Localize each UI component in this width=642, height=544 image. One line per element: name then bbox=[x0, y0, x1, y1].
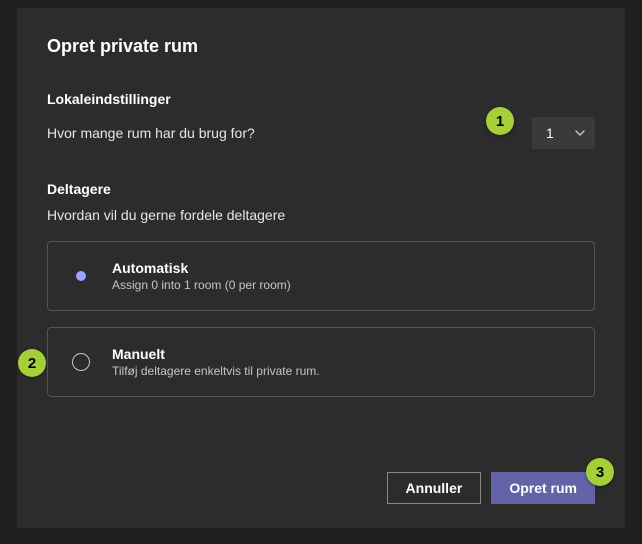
room-count-value: 1 bbox=[546, 125, 554, 141]
option-automatic-subtitle: Assign 0 into 1 room (0 per room) bbox=[112, 278, 291, 292]
dialog-title: Opret private rum bbox=[47, 36, 595, 57]
radio-selected-icon bbox=[72, 267, 90, 285]
option-manual-text: Manuelt Tilføj deltagere enkeltvis til p… bbox=[112, 346, 320, 378]
annotation-badge-3: 3 bbox=[586, 458, 614, 486]
room-count-select[interactable]: 1 bbox=[532, 117, 595, 149]
option-automatic-title: Automatisk bbox=[112, 260, 291, 276]
participants-prompt: Hvordan vil du gerne fordele deltagere bbox=[47, 207, 595, 223]
option-manual[interactable]: Manuelt Tilføj deltagere enkeltvis til p… bbox=[47, 327, 595, 397]
option-manual-title: Manuelt bbox=[112, 346, 320, 362]
option-manual-subtitle: Tilføj deltagere enkeltvis til private r… bbox=[112, 364, 320, 378]
room-count-prompt: Hvor mange rum har du brug for? bbox=[47, 125, 255, 141]
dialog-footer: Annuller Opret rum bbox=[387, 472, 595, 504]
create-button[interactable]: Opret rum bbox=[491, 472, 595, 504]
cancel-button[interactable]: Annuller bbox=[387, 472, 482, 504]
chevron-down-icon bbox=[575, 128, 585, 138]
option-automatic-text: Automatisk Assign 0 into 1 room (0 per r… bbox=[112, 260, 291, 292]
participants-label: Deltagere bbox=[47, 181, 595, 197]
radio-unselected-icon bbox=[72, 353, 90, 371]
option-automatic[interactable]: Automatisk Assign 0 into 1 room (0 per r… bbox=[47, 241, 595, 311]
annotation-badge-2: 2 bbox=[18, 349, 46, 377]
create-rooms-dialog: Opret private rum Lokaleindstillinger Hv… bbox=[17, 8, 625, 528]
annotation-badge-1: 1 bbox=[486, 107, 514, 135]
room-settings-label: Lokaleindstillinger bbox=[47, 91, 595, 107]
